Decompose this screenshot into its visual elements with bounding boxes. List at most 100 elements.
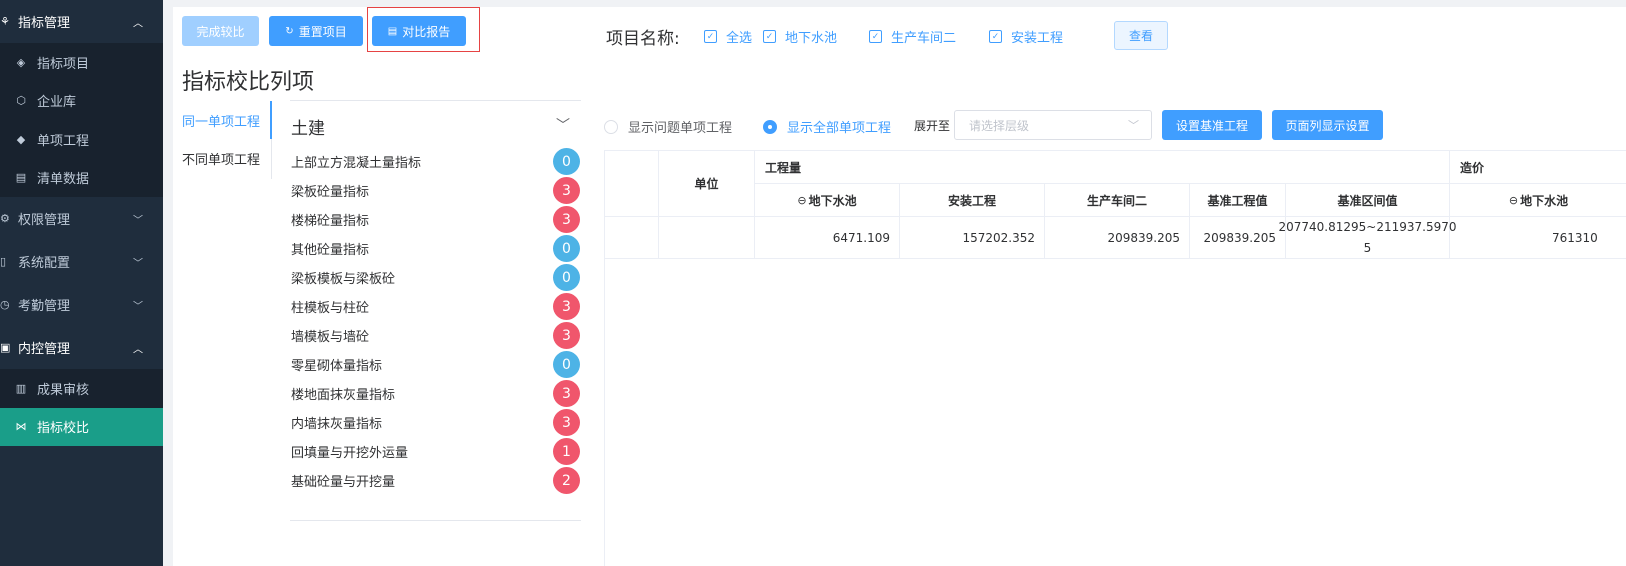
column-settings-button[interactable]: 页面列显示设置 bbox=[1272, 110, 1383, 140]
count-badge: 3 bbox=[553, 322, 580, 349]
count-badge: 0 bbox=[553, 351, 580, 378]
page-title: 指标校比列项 bbox=[182, 70, 315, 95]
checkbox-underground-pool[interactable]: ✓ 地下水池 bbox=[763, 27, 837, 46]
list-item[interactable]: 梁板砼量指标 3 bbox=[291, 176, 581, 205]
collapse-icon[interactable]: ⊖ bbox=[797, 194, 806, 207]
level-select[interactable]: 请选择层级 ﹀ bbox=[954, 110, 1152, 140]
tab-active-indicator bbox=[270, 101, 272, 139]
chevron-down-icon[interactable]: ﹀ bbox=[556, 115, 570, 135]
list-item[interactable]: 楼地面抹灰量指标 3 bbox=[291, 379, 581, 408]
table-header-blank bbox=[605, 151, 659, 217]
box-icon: ⬡ bbox=[16, 94, 26, 108]
category-title[interactable]: 土建 bbox=[291, 114, 325, 139]
table-header-workshop-2: 生产车间二 bbox=[1045, 184, 1190, 217]
sidebar-item-enterprise-library[interactable]: ⬡ 企业库 bbox=[0, 82, 163, 121]
list-item[interactable]: 墙模板与墙砼 3 bbox=[291, 321, 581, 350]
collapse-icon[interactable]: ⊖ bbox=[1509, 194, 1518, 207]
check-icon: ✓ bbox=[704, 30, 717, 43]
list-item[interactable]: 梁板模板与梁板砼 0 bbox=[291, 263, 581, 292]
checkbox-installation[interactable]: ✓ 安装工程 bbox=[989, 27, 1063, 46]
tab-different-single-project[interactable]: 不同单项工程 bbox=[182, 149, 260, 168]
config-icon: ▯ bbox=[0, 255, 7, 268]
check-icon: ✓ bbox=[763, 30, 776, 43]
sidebar-item-single-project[interactable]: ◆ 单项工程 bbox=[0, 120, 163, 159]
finish-compare-label: 完成较比 bbox=[196, 24, 245, 39]
sidebar-group-label: 权限管理 bbox=[18, 213, 71, 228]
tab-same-single-project[interactable]: 同一单项工程 bbox=[182, 111, 260, 130]
audit-icon: ▥ bbox=[15, 381, 27, 395]
list-item[interactable]: 上部立方混凝土量指标 0 bbox=[291, 147, 581, 176]
view-button[interactable]: 查看 bbox=[1114, 21, 1168, 50]
chevron-down-icon: ﹀ bbox=[1128, 119, 1139, 132]
view-label: 查看 bbox=[1128, 29, 1153, 43]
sidebar-group-internal-control[interactable]: ▣ 内控管理 ︿ bbox=[0, 326, 163, 369]
sidebar-group-label: 指标管理 bbox=[18, 16, 71, 31]
sidebar-group-permission[interactable]: ⚙ 权限管理 ﹀ bbox=[0, 197, 163, 240]
count-badge: 3 bbox=[553, 380, 580, 407]
sidebar-item-metrics-compare[interactable]: ⋈ 指标校比 bbox=[0, 407, 163, 446]
radio-show-problem[interactable]: 显示问题单项工程 bbox=[604, 117, 732, 136]
list-item[interactable]: 内墙抹灰量指标 3 bbox=[291, 408, 581, 437]
sidebar-item-label: 成果审核 bbox=[37, 382, 90, 398]
range-text: 207740.81295~211937.5970 bbox=[1278, 219, 1457, 234]
sidebar-group-config[interactable]: ▯ 系统配置 ﹀ bbox=[0, 240, 163, 283]
compare-icon: ⋈ bbox=[15, 420, 27, 434]
main-panel: 完成较比 ↻ 重置项目 ▤ 对比报告 项目名称: ✓ 全选 ✓ 地下水池 ✓ 生… bbox=[173, 7, 1626, 566]
sidebar-group-label: 系统配置 bbox=[18, 256, 71, 271]
list-item-label: 其他砼量指标 bbox=[291, 243, 370, 258]
table-header-cost-underground-pool[interactable]: ⊖ 地下水池 bbox=[1450, 184, 1626, 217]
reset-project-label: 重置项目 bbox=[298, 24, 347, 39]
clipboard-icon: ▤ bbox=[15, 171, 27, 185]
chevron-up-icon: ︿ bbox=[133, 18, 143, 29]
finish-compare-button[interactable]: 完成较比 bbox=[182, 16, 259, 46]
sidebar-item-list-data[interactable]: ▤ 清单数据 bbox=[0, 159, 163, 198]
chevron-down-icon: ﹀ bbox=[133, 301, 143, 312]
sidebar-group-attendance[interactable]: ◷ 考勤管理 ﹀ bbox=[0, 283, 163, 326]
header-label: 地下水池 bbox=[808, 193, 857, 208]
radio-label: 显示问题单项工程 bbox=[628, 121, 733, 136]
chevron-up-icon: ︿ bbox=[133, 344, 143, 355]
sidebar-group-metrics[interactable]: ⚘ 指标管理 ︿ bbox=[0, 0, 163, 43]
count-badge: 0 bbox=[553, 264, 580, 291]
internal-control-icon: ▣ bbox=[0, 341, 11, 354]
sidebar-group-label: 内控管理 bbox=[18, 342, 71, 357]
check-icon: ✓ bbox=[989, 30, 1002, 43]
sidebar-item-label: 单项工程 bbox=[37, 133, 90, 149]
sidebar-item-result-audit[interactable]: ▥ 成果审核 bbox=[0, 369, 163, 408]
sidebar-item-label: 清单数据 bbox=[37, 172, 90, 188]
set-base-project-button[interactable]: 设置基准工程 bbox=[1162, 110, 1262, 140]
radio-icon bbox=[604, 119, 618, 134]
chevron-down-icon: ﹀ bbox=[133, 258, 143, 269]
sidebar: ⚘ 指标管理 ︿ ◈ 指标项目 ⬡ 企业库 ◆ 单项工程 ▤ 清单数据 ⚙ 权限… bbox=[0, 0, 163, 566]
sidebar-group-label: 考勤管理 bbox=[18, 299, 71, 314]
checkbox-label: 地下水池 bbox=[785, 31, 838, 46]
sidebar-item-metrics-project[interactable]: ◈ 指标项目 bbox=[0, 43, 163, 82]
list-item[interactable]: 基础砼量与开挖量 2 bbox=[291, 466, 581, 495]
list-item-label: 内墙抹灰量指标 bbox=[291, 417, 383, 432]
count-badge: 0 bbox=[553, 148, 580, 175]
count-badge: 1 bbox=[553, 438, 580, 465]
list-item[interactable]: 回填量与开挖外运量 1 bbox=[291, 437, 581, 466]
list-item[interactable]: 其他砼量指标 0 bbox=[291, 234, 581, 263]
table-cell-workshop-2: 209839.205 bbox=[1045, 217, 1190, 259]
stack-icon: ◆ bbox=[16, 132, 26, 146]
sidebar-item-label: 指标校比 bbox=[37, 421, 90, 437]
list-item-label: 零星砌体量指标 bbox=[291, 359, 383, 374]
list-item[interactable]: 楼梯砼量指标 3 bbox=[291, 205, 581, 234]
count-badge: 3 bbox=[553, 206, 580, 233]
list-item[interactable]: 柱模板与柱砼 3 bbox=[291, 292, 581, 321]
list-item-label: 梁板模板与梁板砼 bbox=[291, 272, 396, 287]
chevron-down-icon: ﹀ bbox=[133, 215, 143, 226]
reset-project-button[interactable]: ↻ 重置项目 bbox=[269, 16, 363, 46]
table-header-underground-pool[interactable]: ⊖ 地下水池 bbox=[755, 184, 900, 217]
checkbox-workshop-2[interactable]: ✓ 生产车间二 bbox=[869, 27, 956, 46]
checkbox-select-all[interactable]: ✓ 全选 bbox=[704, 27, 752, 46]
radio-show-all[interactable]: 显示全部单项工程 bbox=[763, 117, 891, 136]
radio-icon bbox=[763, 119, 777, 134]
layers-icon: ◈ bbox=[16, 55, 26, 69]
sidebar-item-label: 指标项目 bbox=[37, 56, 90, 72]
range-text: 5 bbox=[1363, 240, 1372, 255]
list-item[interactable]: 零星砌体量指标 0 bbox=[291, 350, 581, 379]
table-header-base-range: 基准区间值 bbox=[1286, 184, 1450, 217]
table-header-base-value: 基准工程值 bbox=[1190, 184, 1286, 217]
